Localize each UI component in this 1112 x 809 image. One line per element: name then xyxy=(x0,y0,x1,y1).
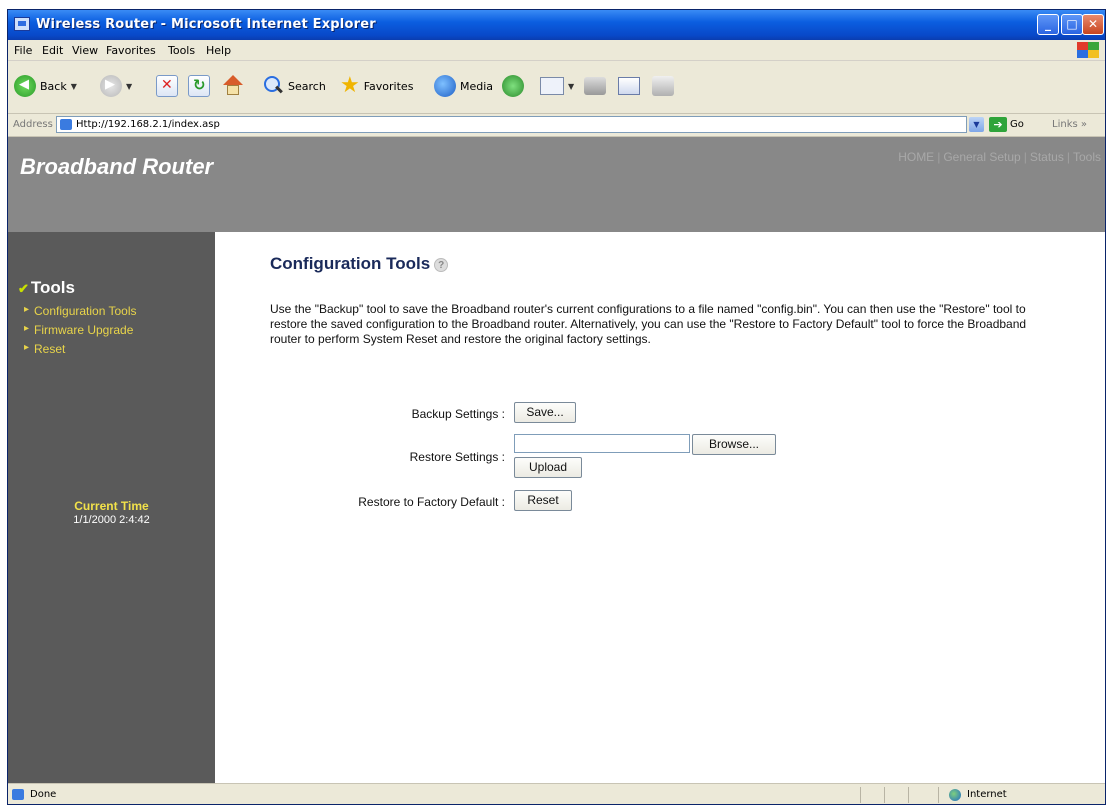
go-button[interactable]: ➔ Go xyxy=(989,117,1024,132)
restore-factory-default-label: Restore to Factory Default : xyxy=(358,495,505,509)
nav-tools[interactable]: Tools xyxy=(1073,150,1101,164)
stop-button[interactable] xyxy=(156,73,178,99)
status-divider xyxy=(938,787,939,803)
chevron-down-icon[interactable]: ▼ xyxy=(71,82,77,91)
history-icon xyxy=(502,75,524,97)
go-label: Go xyxy=(1010,119,1024,130)
title-bar: Wireless Router - Microsoft Internet Exp… xyxy=(8,10,1105,40)
page-icon xyxy=(60,119,72,130)
address-input[interactable]: Http://192.168.2.1/index.asp xyxy=(56,116,967,133)
status-text: Done xyxy=(30,789,57,800)
media-label: Media xyxy=(460,79,494,93)
printer-icon xyxy=(584,77,606,95)
sidebar: ✔Tools Configuration Tools Firmware Upgr… xyxy=(8,232,215,783)
nav-status[interactable]: Status xyxy=(1030,150,1064,164)
help-icon[interactable]: ? xyxy=(434,257,449,272)
chevron-down-icon[interactable]: ▼ xyxy=(126,82,132,91)
upload-button[interactable]: Upload xyxy=(514,457,582,478)
save-button[interactable]: Save... xyxy=(514,402,576,423)
window-title: Wireless Router - Microsoft Internet Exp… xyxy=(36,17,376,32)
chevron-down-icon[interactable]: ▼ xyxy=(568,82,574,91)
page-description: Use the "Backup" tool to save the Broadb… xyxy=(270,302,1027,346)
standard-toolbar: ◀ Back ▼ ▶ ▼ Search ★ Favorites Media xyxy=(8,61,1105,114)
menu-edit[interactable]: Edit xyxy=(42,44,63,57)
browser-window: Wireless Router - Microsoft Internet Exp… xyxy=(7,9,1106,805)
address-bar: Address Http://192.168.2.1/index.asp ▼ ➔… xyxy=(8,114,1105,137)
links-label: Links xyxy=(1052,119,1078,130)
page-done-icon xyxy=(12,789,24,800)
brand-title: Broadband Router xyxy=(20,154,214,179)
menu-tools[interactable]: Tools xyxy=(168,44,195,57)
backup-settings-label: Backup Settings : xyxy=(411,407,505,421)
sidebar-item-configuration-tools[interactable]: Configuration Tools xyxy=(24,304,136,318)
checkmark-icon: ✔ xyxy=(18,281,29,296)
go-arrow-icon: ➔ xyxy=(989,117,1007,132)
status-divider xyxy=(908,787,909,803)
favorites-label: Favorites xyxy=(363,79,414,93)
search-button[interactable]: Search xyxy=(264,73,326,99)
menu-file[interactable]: File xyxy=(14,44,32,57)
back-arrow-icon: ◀ xyxy=(14,75,36,97)
history-button[interactable] xyxy=(502,73,524,99)
browse-button[interactable]: Browse... xyxy=(692,434,776,455)
maximize-button[interactable]: □ xyxy=(1061,14,1083,35)
page-title-text: Configuration Tools xyxy=(270,254,431,273)
status-divider xyxy=(884,787,885,803)
links-button[interactable]: Links » xyxy=(1052,119,1087,130)
reset-button[interactable]: Reset xyxy=(514,490,572,511)
ie-window-icon xyxy=(14,17,30,31)
sidebar-item-reset[interactable]: Reset xyxy=(24,342,65,356)
messenger-button[interactable] xyxy=(652,73,674,99)
search-label: Search xyxy=(288,79,326,93)
forward-button[interactable]: ▶ ▼ xyxy=(100,73,132,99)
menu-favorites[interactable]: Favorites xyxy=(106,44,156,57)
stop-icon xyxy=(156,75,178,97)
edit-button[interactable] xyxy=(618,73,640,99)
forward-arrow-icon: ▶ xyxy=(100,75,122,97)
address-url: Http://192.168.2.1/index.asp xyxy=(76,119,220,130)
restore-settings-label: Restore Settings : xyxy=(409,450,505,464)
home-icon xyxy=(222,75,244,97)
main-content: Configuration Tools? Use the "Backup" to… xyxy=(215,232,1105,783)
security-zone-text: Internet xyxy=(967,789,1007,800)
restore-file-input[interactable] xyxy=(514,434,690,453)
favorites-button[interactable]: ★ Favorites xyxy=(340,73,413,99)
menu-help[interactable]: Help xyxy=(206,44,231,57)
home-button[interactable] xyxy=(222,73,244,99)
media-button[interactable]: Media xyxy=(434,73,493,99)
minimize-button[interactable]: _ xyxy=(1037,14,1059,35)
status-divider xyxy=(860,787,861,803)
menu-view[interactable]: View xyxy=(72,44,98,57)
search-icon xyxy=(264,76,284,96)
mail-icon xyxy=(540,77,564,95)
router-header: Broadband Router HOME | General Setup | Stat… xyxy=(8,137,1105,232)
back-label: Back xyxy=(40,79,67,93)
nav-general-setup[interactable]: General Setup xyxy=(943,150,1020,164)
page-title: Configuration Tools? xyxy=(270,254,449,274)
address-label: Address xyxy=(13,119,53,130)
nav-home[interactable]: HOME xyxy=(898,150,934,164)
menu-bar: File Edit View Favorites Tools Help xyxy=(8,40,1105,61)
sidebar-section-tools: ✔ Tools xyxy=(18,278,75,298)
status-bar: Done Internet xyxy=(8,783,1105,804)
current-time-label: Current Time xyxy=(74,499,149,513)
current-time-value: 1/1/2000 2:4:42 xyxy=(73,514,150,526)
windows-logo-icon xyxy=(1077,42,1099,58)
back-button[interactable]: ◀ Back ▼ xyxy=(14,73,77,99)
top-navigation: HOME | General Setup | Status | Tools xyxy=(898,150,1101,164)
page-content: Broadband Router HOME | General Setup | Stat… xyxy=(8,137,1105,783)
print-button[interactable] xyxy=(584,73,606,99)
sidebar-section-title: Tools xyxy=(30,278,75,297)
mail-button[interactable]: ▼ xyxy=(540,73,574,99)
edit-icon xyxy=(618,77,640,95)
favorites-star-icon: ★ xyxy=(340,73,360,98)
refresh-icon xyxy=(188,75,210,97)
sidebar-item-firmware-upgrade[interactable]: Firmware Upgrade xyxy=(24,323,133,337)
close-button[interactable]: ✕ xyxy=(1082,14,1104,35)
media-icon xyxy=(434,75,456,97)
refresh-button[interactable] xyxy=(188,73,210,99)
internet-zone-icon xyxy=(949,789,961,801)
messenger-icon xyxy=(652,76,674,96)
address-dropdown-button[interactable]: ▼ xyxy=(969,117,984,132)
